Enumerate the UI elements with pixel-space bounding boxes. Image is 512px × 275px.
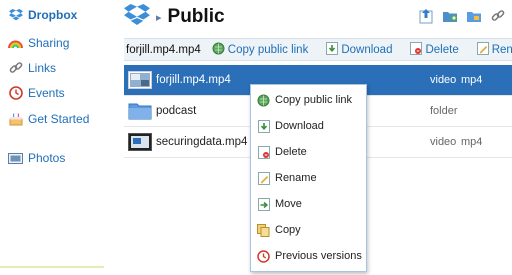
menu-item-label: Delete: [275, 146, 307, 158]
rename-button[interactable]: Rename: [476, 41, 512, 58]
menu-item-label: Previous versions: [275, 250, 362, 262]
delete-icon: [257, 145, 270, 159]
new-folder-icon[interactable]: [442, 8, 458, 24]
file-type: video: [430, 74, 457, 86]
sidebar: Dropbox Sharing Links Events Get Started…: [0, 0, 104, 275]
chain-link-icon: [8, 61, 23, 76]
sidebar-item-label: Sharing: [28, 36, 70, 50]
sidebar-item-dropbox[interactable]: Dropbox: [8, 6, 77, 24]
sidebar-item-links[interactable]: Links: [8, 59, 56, 77]
rename-label: Rename: [491, 43, 512, 56]
download-label: Download: [341, 43, 393, 56]
download-button[interactable]: Download: [326, 41, 393, 58]
file-extension: mp4: [461, 74, 483, 86]
sidebar-divider: [0, 266, 104, 268]
sidebar-item-label: Get Started: [28, 112, 90, 126]
menu-item-move[interactable]: Move: [257, 196, 302, 212]
menu-item-copy[interactable]: Copy: [257, 222, 301, 238]
breadcrumb-separator-icon: ▸: [156, 11, 162, 24]
menu-item-copy-public-link[interactable]: Copy public link: [257, 92, 352, 108]
sidebar-item-label: Links: [28, 61, 57, 75]
sidebar-brand-label: Dropbox: [28, 8, 78, 22]
rainbow-icon: [8, 36, 23, 51]
download-icon: [257, 119, 270, 133]
rename-icon: [476, 41, 489, 58]
video-thumbnail-icon: [128, 133, 152, 151]
upload-icon[interactable]: [418, 8, 434, 24]
action-bar: forjill.mp4.mp4 Copy public link Downloa…: [124, 38, 512, 61]
history-icon: [257, 249, 270, 263]
file-type: folder: [430, 105, 458, 117]
photos-icon: [8, 151, 23, 166]
file-type: video: [430, 136, 457, 148]
rename-icon: [257, 171, 270, 185]
dropbox-home-icon[interactable]: [124, 3, 150, 31]
folder-icon: [128, 102, 152, 120]
header-toolbar: [418, 8, 506, 24]
sidebar-item-label: Photos: [28, 151, 66, 165]
copy-public-link-button[interactable]: Copy public link: [212, 42, 309, 58]
file-extension: mp4: [461, 136, 483, 148]
menu-item-label: Move: [275, 198, 302, 210]
delete-icon: [410, 41, 423, 58]
file-name: forjill.mp4.mp4: [156, 74, 231, 86]
globe-link-icon: [257, 94, 270, 107]
menu-item-download[interactable]: Download: [257, 118, 324, 134]
file-name: podcast: [156, 105, 197, 117]
copy-icon: [257, 223, 270, 237]
selected-file-name: forjill.mp4.mp4: [126, 43, 201, 56]
download-icon: [326, 41, 339, 58]
context-menu: Copy public link Download Delete Rename …: [250, 84, 367, 272]
sidebar-item-photos[interactable]: Photos: [8, 149, 65, 167]
menu-item-delete[interactable]: Delete: [257, 144, 307, 160]
menu-item-label: Copy public link: [275, 94, 353, 106]
breadcrumb: ▸ Public: [124, 3, 225, 31]
copy-public-link-label: Copy public link: [227, 43, 309, 56]
header: ▸ Public: [124, 3, 512, 32]
sidebar-item-sharing[interactable]: Sharing: [8, 34, 69, 52]
menu-item-rename[interactable]: Rename: [257, 170, 317, 186]
video-thumbnail-icon: [128, 71, 152, 89]
sidebar-item-label: Events: [28, 86, 65, 100]
delete-button[interactable]: Delete: [410, 41, 459, 58]
sidebar-item-events[interactable]: Events: [8, 84, 65, 102]
cake-icon: [8, 112, 23, 127]
globe-link-icon: [212, 42, 225, 58]
menu-item-label: Copy: [275, 224, 301, 236]
menu-item-label: Rename: [275, 172, 317, 184]
shared-folder-icon[interactable]: [466, 8, 482, 24]
dropbox-logo-icon: [8, 8, 23, 23]
menu-item-label: Download: [275, 120, 324, 132]
page-title: Public: [167, 6, 225, 27]
file-name: securingdata.mp4: [156, 136, 248, 148]
delete-label: Delete: [425, 43, 459, 56]
sidebar-item-get-started[interactable]: Get Started: [8, 110, 89, 128]
clock-icon: [8, 86, 23, 101]
move-icon: [257, 197, 270, 211]
link-icon[interactable]: [490, 8, 506, 24]
menu-item-previous-versions[interactable]: Previous versions: [257, 248, 362, 264]
